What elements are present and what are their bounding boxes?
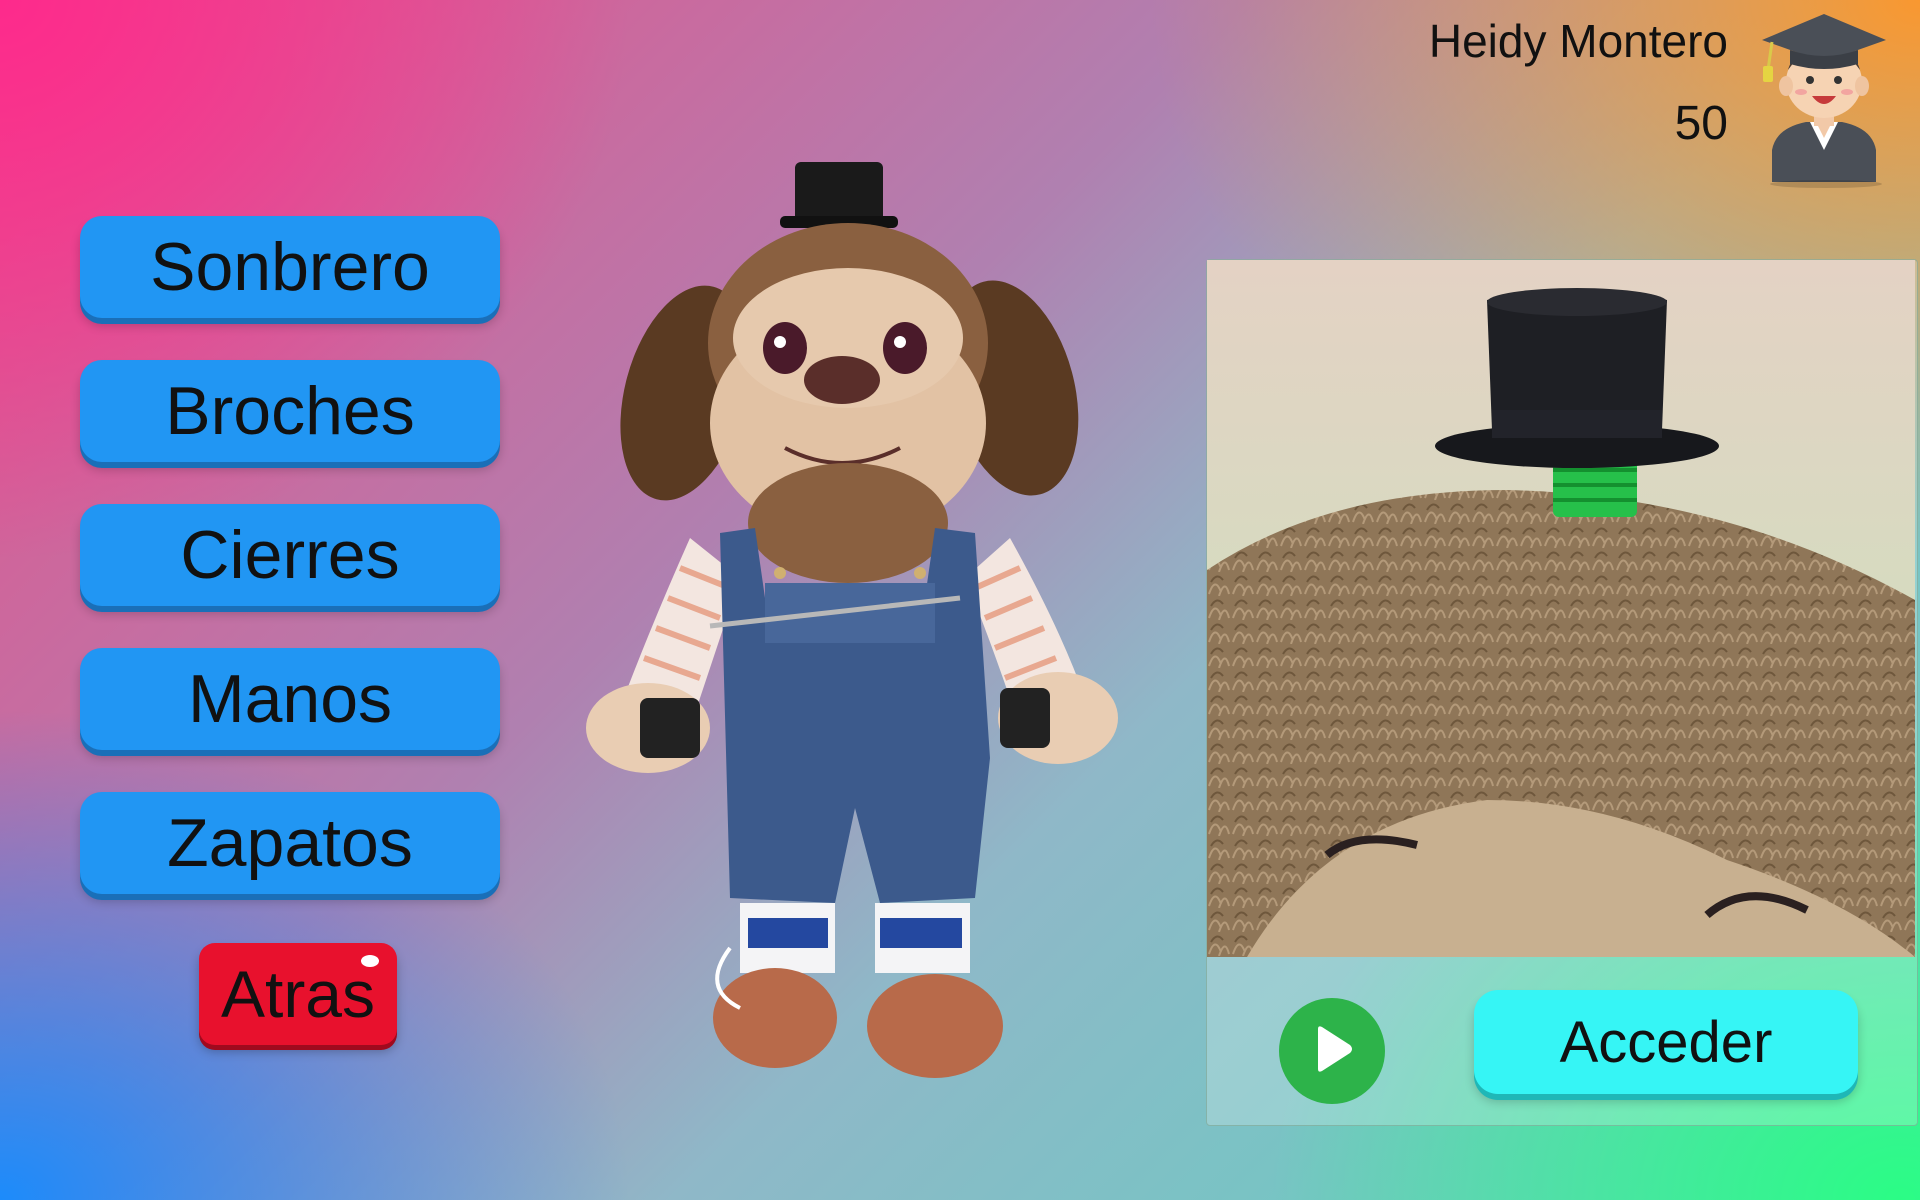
back-button[interactable]: Atras — [199, 943, 397, 1045]
menu-button-sombrero[interactable]: Sonbrero — [80, 216, 500, 318]
back-button-label: Atras — [220, 957, 376, 1031]
menu-button-label: Cierres — [180, 517, 400, 593]
menu-button-label: Sonbrero — [150, 229, 430, 305]
user-name: Heidy Montero — [1428, 15, 1728, 67]
play-button[interactable] — [1279, 998, 1385, 1104]
menu-button-label: Zapatos — [167, 805, 413, 881]
menu-button-broches[interactable]: Broches — [80, 360, 500, 462]
menu-button-label: Broches — [165, 373, 415, 449]
access-button[interactable]: Acceder — [1474, 990, 1858, 1094]
menu-button-cierres[interactable]: Cierres — [80, 504, 500, 606]
play-icon — [1306, 1021, 1358, 1082]
graduate-avatar-icon — [1754, 0, 1894, 188]
access-button-label: Acceder — [1559, 1009, 1773, 1075]
menu-button-manos[interactable]: Manos — [80, 648, 500, 750]
preview-photo — [1207, 260, 1915, 957]
user-points: 50 — [1674, 97, 1728, 150]
plush-toy-image — [580, 158, 1120, 1098]
menu-button-zapatos[interactable]: Zapatos — [80, 792, 500, 894]
menu-button-label: Manos — [187, 661, 393, 737]
button-highlight — [361, 955, 379, 967]
